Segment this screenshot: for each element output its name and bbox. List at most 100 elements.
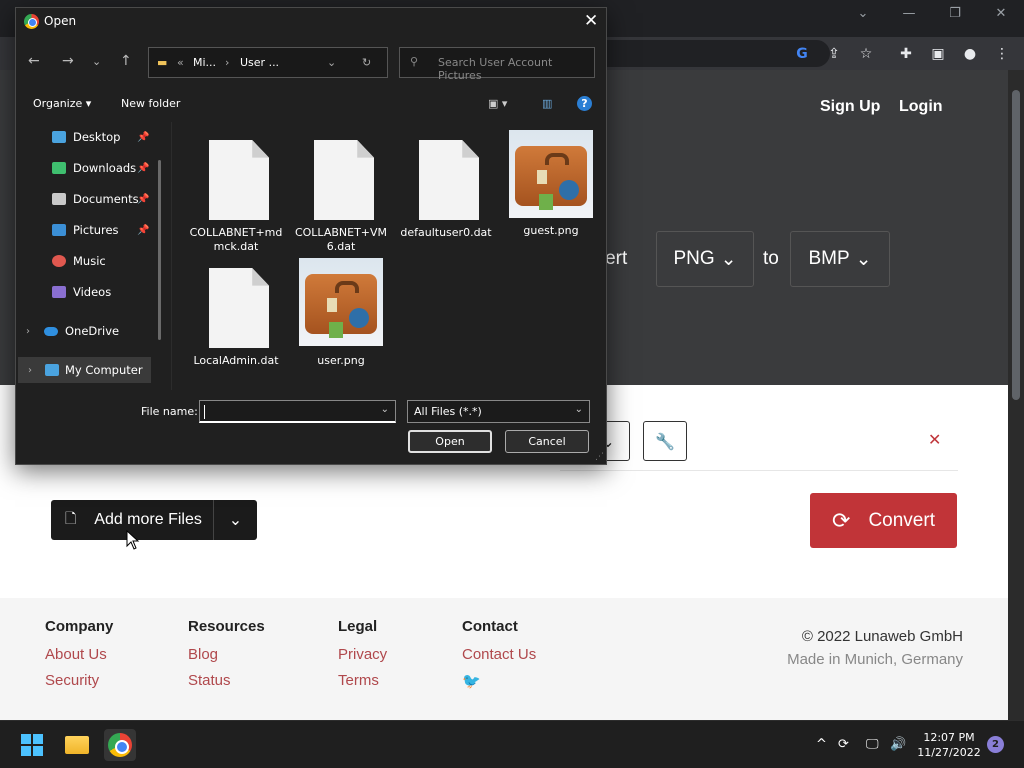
image-thumbnail (299, 258, 383, 346)
minimize-button[interactable]: — (897, 4, 921, 24)
desktop-icon (52, 131, 66, 143)
restore-button[interactable]: ❐ (943, 4, 967, 24)
help-icon[interactable]: ? (577, 96, 592, 111)
nav-item-desktop[interactable]: Desktop 📌 (16, 124, 166, 150)
path-overflow[interactable]: « (177, 56, 184, 69)
tab-search-icon[interactable]: ⌄ (851, 4, 875, 24)
dialog-title: Open (44, 14, 77, 28)
notification-badge[interactable]: 2 (987, 736, 1004, 753)
footer-link-blog[interactable]: Blog (188, 646, 265, 663)
footer-link-privacy[interactable]: Privacy (338, 646, 387, 663)
profile-icon[interactable]: ● (960, 44, 980, 64)
nav-item-documents[interactable]: Documents 📌 (16, 186, 166, 212)
clock[interactable]: 12:07 PM 11/27/2022 (914, 730, 984, 760)
file-item[interactable]: COLLABNET+md mck.dat (186, 134, 286, 258)
file-item[interactable]: COLLABNET+VM 6.dat (291, 134, 391, 258)
scrollbar-thumb[interactable] (1012, 90, 1020, 400)
convert-label: Convert (868, 509, 935, 531)
from-format-select[interactable]: PNG ⌄ (656, 231, 754, 287)
footer-link-security[interactable]: Security (45, 672, 113, 689)
footer-link-contact[interactable]: Contact Us (462, 646, 536, 663)
share-icon[interactable]: ⇪ (824, 44, 844, 64)
file-type-value: All Files (*.*) (414, 405, 482, 418)
search-icon: ⚲ (410, 55, 419, 68)
path-segment-2[interactable]: User ... (240, 56, 279, 69)
dialog-address-bar[interactable]: ▬ « Mi... › User ... ⌄ ↻ (148, 47, 388, 78)
signup-link[interactable]: Sign Up (820, 98, 880, 116)
sync-icon[interactable]: ⟳ (838, 737, 849, 752)
file-type-select[interactable]: All Files (*.*) ⌄ (407, 400, 590, 423)
forward-arrow-icon[interactable]: → (62, 53, 74, 69)
tray-overflow-icon[interactable]: ^ (816, 737, 827, 752)
settings-wrench-button[interactable]: 🔧 (643, 421, 687, 461)
file-item[interactable]: user.png (291, 258, 391, 382)
footer-link-about[interactable]: About Us (45, 646, 113, 663)
convert-button[interactable]: ⟳ Convert (810, 493, 957, 548)
chrome-taskbar-button[interactable] (104, 729, 136, 761)
side-panel-icon[interactable]: ▣ (928, 44, 948, 64)
preview-pane-icon[interactable]: ▥ (542, 97, 552, 110)
chrome-icon (108, 733, 132, 757)
start-button[interactable] (16, 729, 48, 761)
from-format-label: PNG (673, 248, 715, 269)
footer-link-status[interactable]: Status (188, 672, 265, 689)
add-files-dropdown-button[interactable]: ⌄ (213, 500, 257, 540)
nav-item-videos[interactable]: Videos (16, 279, 166, 305)
chrome-menu-icon[interactable]: ⋮ (992, 44, 1012, 64)
chevron-down-icon[interactable]: ⌄ (381, 404, 389, 415)
to-format-select[interactable]: BMP ⌄ (790, 231, 890, 287)
dialog-close-icon[interactable]: ✕ (584, 11, 598, 31)
expand-chevron-icon[interactable]: › (26, 326, 30, 337)
file-item[interactable]: guest.png (501, 130, 601, 254)
network-icon[interactable]: 🖵 (866, 737, 879, 752)
file-item[interactable]: defaultuser0.dat (396, 134, 496, 258)
twitter-icon[interactable]: 🐦 (462, 672, 536, 690)
extensions-icon[interactable]: ✚ (896, 44, 916, 64)
footer-heading: Company (45, 618, 114, 635)
open-button[interactable]: Open (408, 430, 492, 453)
to-format-label: BMP (808, 248, 850, 269)
nav-item-my-computer[interactable]: › My Computer (18, 357, 151, 383)
resize-grip-icon[interactable]: ⋰ (595, 452, 604, 462)
close-window-button[interactable]: ✕ (989, 4, 1013, 24)
remove-file-icon[interactable]: ✕ (928, 430, 941, 449)
recent-locations-icon[interactable]: ⌄ (92, 55, 101, 68)
nav-item-onedrive[interactable]: › OneDrive (16, 318, 166, 344)
dialog-search-input[interactable]: ⚲ Search User Account Pictures (399, 47, 595, 82)
path-history-chevron-icon[interactable]: ⌄ (327, 56, 336, 69)
download-icon (52, 162, 66, 174)
up-arrow-icon[interactable]: ↑ (120, 53, 132, 69)
add-files-label: Add more Files (94, 511, 202, 528)
refresh-icon[interactable]: ↻ (362, 56, 371, 69)
nav-item-pictures[interactable]: Pictures 📌 (16, 217, 166, 243)
nav-item-downloads[interactable]: Downloads 📌 (16, 155, 166, 181)
footer-link-terms[interactable]: Terms (338, 672, 387, 689)
footer-contact: Contact Contact Us 🐦 (462, 618, 536, 699)
folder-icon: ▬ (157, 56, 168, 69)
file-name: COLLABNET+md mck.dat (189, 226, 283, 253)
text-caret (204, 405, 205, 419)
organize-button[interactable]: Organize ▾ (33, 97, 91, 110)
cancel-button[interactable]: Cancel (505, 430, 589, 453)
file-name-label: File name: (141, 405, 198, 418)
file-explorer-button[interactable] (61, 729, 93, 761)
volume-icon[interactable]: 🔊 (890, 737, 906, 752)
dialog-titlebar: Open ✕ (16, 8, 606, 36)
expand-chevron-icon[interactable]: › (28, 365, 32, 376)
file-name-input[interactable]: ⌄ (199, 400, 396, 423)
new-folder-button[interactable]: New folder (121, 97, 180, 110)
nav-item-label: Desktop (73, 130, 121, 144)
back-arrow-icon[interactable]: ← (28, 53, 40, 69)
nav-item-music[interactable]: Music (16, 248, 166, 274)
chrome-icon (24, 14, 39, 29)
nav-pane-scrollbar[interactable] (158, 160, 161, 340)
view-options-icon[interactable]: ▣ ▾ (488, 97, 507, 110)
music-icon (52, 255, 66, 267)
windows-icon (21, 734, 43, 756)
login-link[interactable]: Login (899, 98, 943, 116)
file-item[interactable]: LocalAdmin.dat (186, 262, 286, 386)
bookmark-star-icon[interactable]: ☆ (856, 44, 876, 64)
path-segment-1[interactable]: Mi... (193, 56, 216, 69)
google-icon[interactable]: G (792, 44, 812, 64)
footer-heading: Legal (338, 618, 378, 635)
